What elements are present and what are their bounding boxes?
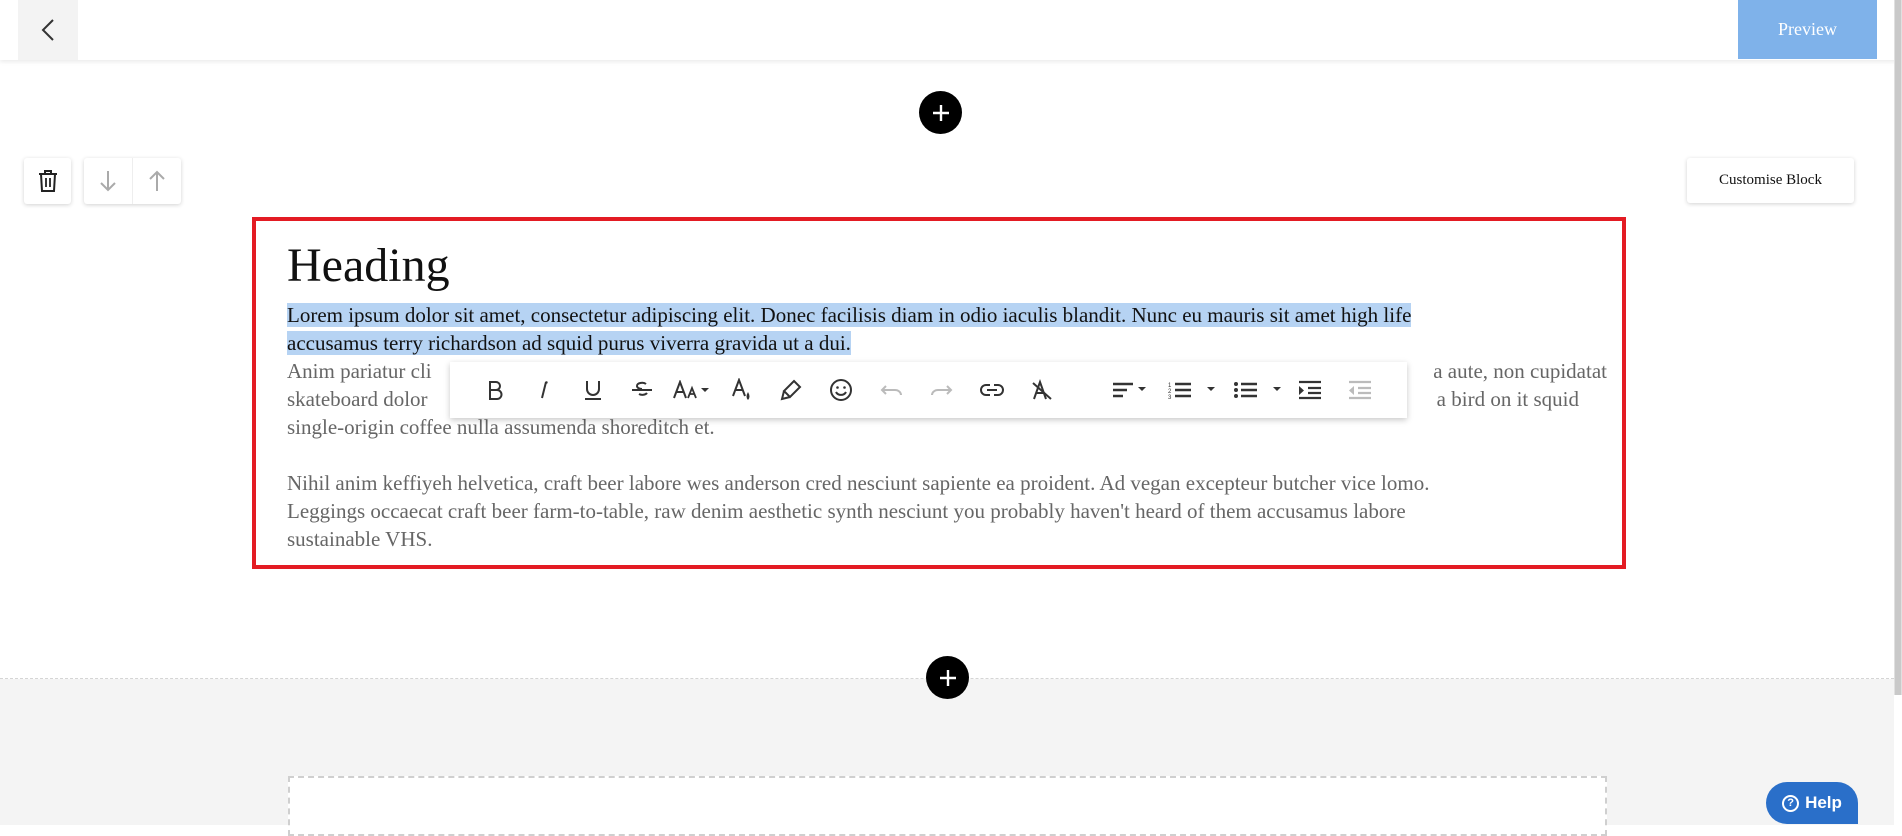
undo-button[interactable] bbox=[877, 362, 907, 418]
block-heading[interactable]: Heading bbox=[287, 238, 450, 294]
selected-text-line-1[interactable]: Lorem ipsum dolor sit amet, consectetur … bbox=[287, 303, 1412, 327]
paragraph-3-line-3: sustainable VHS. bbox=[287, 527, 433, 551]
redo-icon bbox=[931, 385, 953, 396]
paragraph-2-line-2-right: a bird on it squid bbox=[1436, 387, 1579, 411]
indent-icon bbox=[1299, 380, 1321, 400]
plus-icon bbox=[939, 669, 956, 686]
strikethrough-icon bbox=[632, 381, 652, 396]
delete-block-button[interactable] bbox=[24, 158, 71, 204]
underline-button[interactable] bbox=[578, 362, 608, 418]
add-block-button-top[interactable] bbox=[919, 91, 962, 134]
help-label: Help bbox=[1805, 793, 1842, 812]
arrow-up-icon bbox=[149, 170, 165, 191]
ordered-list-button[interactable]: 1 2 3 bbox=[1166, 362, 1222, 418]
unordered-list-button[interactable] bbox=[1232, 362, 1288, 418]
selected-text-line-2[interactable]: accusamus terry richardson ad squid puru… bbox=[287, 331, 851, 355]
link-icon bbox=[980, 384, 1004, 396]
plus-icon bbox=[932, 104, 949, 121]
back-button[interactable] bbox=[18, 0, 78, 60]
unordered-list-icon bbox=[1234, 382, 1281, 398]
undo-icon bbox=[880, 385, 902, 396]
outdent-button[interactable] bbox=[1345, 362, 1375, 418]
bold-button[interactable] bbox=[480, 362, 510, 418]
emoji-button[interactable] bbox=[826, 362, 856, 418]
formatting-toolbar: 1 2 3 bbox=[450, 362, 1407, 418]
underline-icon bbox=[585, 381, 601, 400]
text-color-button[interactable] bbox=[727, 362, 757, 418]
paragraph-3[interactable]: Nihil anim keffiyeh helvetica, craft bee… bbox=[287, 469, 1617, 553]
customise-block-button[interactable]: Customise Block bbox=[1687, 158, 1854, 203]
outdent-icon bbox=[1349, 380, 1371, 400]
align-icon bbox=[1113, 382, 1146, 398]
strikethrough-button[interactable] bbox=[627, 362, 657, 418]
paragraph-3-line-2: Leggings occaecat craft beer farm-to-tab… bbox=[287, 499, 1406, 523]
align-button[interactable] bbox=[1110, 362, 1152, 418]
font-size-icon bbox=[673, 380, 709, 399]
help-button[interactable]: ? Help bbox=[1766, 782, 1858, 824]
selected-paragraph[interactable]: Lorem ipsum dolor sit amet, consectetur … bbox=[287, 301, 1617, 357]
paragraph-3-line-1: Nihil anim keffiyeh helvetica, craft bee… bbox=[287, 471, 1430, 495]
help-icon: ? bbox=[1782, 794, 1800, 812]
scrollbar-thumb[interactable] bbox=[1895, 0, 1901, 695]
ordered-list-icon: 1 2 3 bbox=[1168, 382, 1215, 400]
italic-button[interactable] bbox=[529, 362, 559, 418]
svg-text:3: 3 bbox=[1168, 395, 1172, 400]
clear-format-button[interactable] bbox=[1027, 362, 1057, 418]
italic-icon bbox=[541, 381, 548, 399]
add-block-button-bottom[interactable] bbox=[926, 656, 969, 699]
highlight-button[interactable] bbox=[776, 362, 806, 418]
highlight-icon bbox=[780, 379, 802, 401]
bold-icon bbox=[489, 381, 503, 400]
emoji-icon bbox=[830, 379, 852, 401]
chevron-left-icon bbox=[41, 19, 54, 41]
move-block-group bbox=[84, 158, 181, 204]
paragraph-2-line-1-right: a aute, non cupidatat bbox=[1433, 359, 1607, 383]
font-size-button[interactable] bbox=[671, 362, 713, 418]
top-bar: Preview bbox=[0, 0, 1902, 60]
clear-format-icon bbox=[1032, 379, 1052, 400]
move-up-button[interactable] bbox=[132, 158, 181, 204]
paragraph-2-line-1-left: Anim pariatur cli bbox=[287, 359, 432, 383]
indent-button[interactable] bbox=[1295, 362, 1325, 418]
next-block-placeholder[interactable] bbox=[288, 776, 1607, 836]
redo-button[interactable] bbox=[926, 362, 956, 418]
preview-button[interactable]: Preview bbox=[1738, 0, 1877, 59]
link-button[interactable] bbox=[977, 362, 1007, 418]
text-color-icon bbox=[732, 378, 750, 400]
paragraph-2-line-2-left: skateboard dolor bbox=[287, 387, 428, 411]
move-down-button[interactable] bbox=[84, 158, 132, 204]
arrow-down-icon bbox=[100, 171, 116, 192]
trash-icon bbox=[38, 170, 57, 192]
